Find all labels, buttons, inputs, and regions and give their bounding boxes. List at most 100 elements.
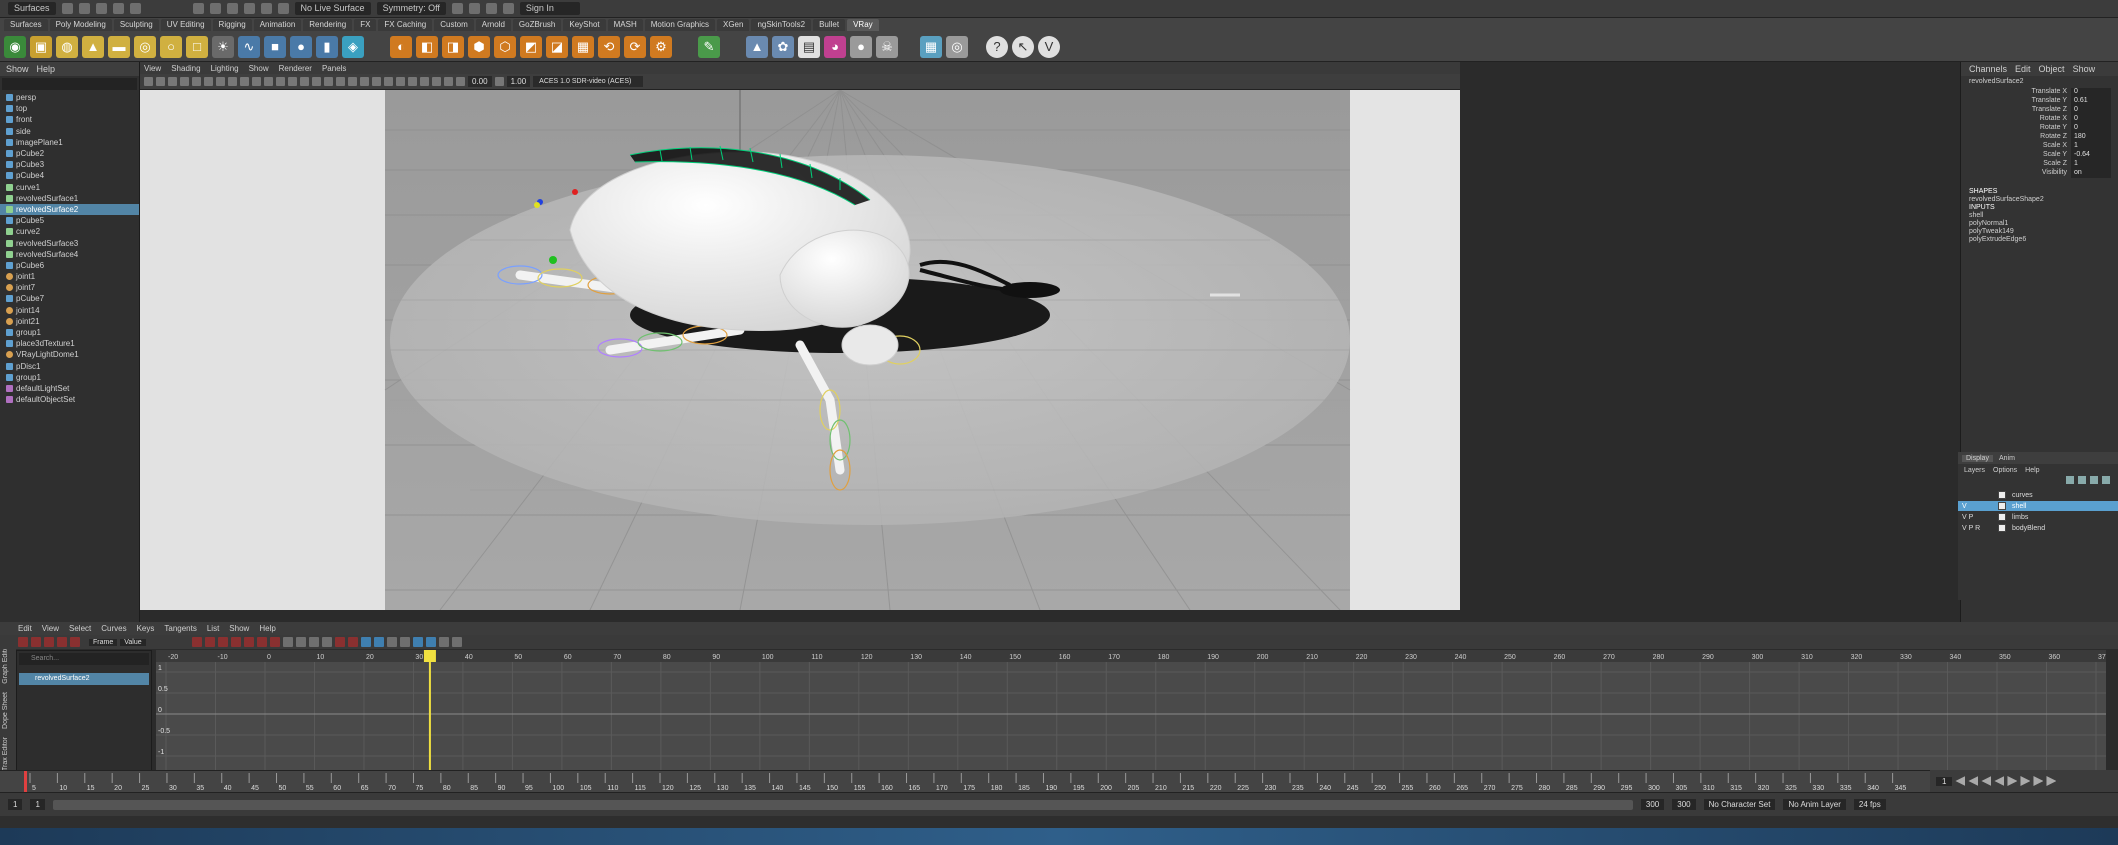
- shelf-tab[interactable]: MASH: [607, 19, 643, 31]
- layer-vis-flags[interactable]: V P R: [1962, 525, 1992, 532]
- nurbs-plane-icon[interactable]: ▬: [108, 35, 130, 58]
- layer-vis-flags[interactable]: V P: [1962, 514, 1992, 521]
- shelf-tab[interactable]: FX: [354, 19, 377, 31]
- layer-vis-flags[interactable]: V: [1962, 503, 1992, 510]
- render-icon[interactable]: ◎: [946, 35, 968, 58]
- tangent-clamped-icon[interactable]: [217, 637, 228, 647]
- channel-row[interactable]: Rotate X 0: [1961, 115, 2118, 124]
- stats-value-field[interactable]: Value: [120, 638, 146, 646]
- step-forward-frame-icon[interactable]: [2020, 776, 2031, 786]
- outliner-item[interactable]: joint21: [0, 316, 139, 327]
- viewport-menu-item[interactable]: Show: [249, 64, 269, 73]
- post-infinity-icon[interactable]: [399, 637, 410, 647]
- layer-menu-layers[interactable]: Layers: [1964, 467, 1985, 474]
- current-frame-field[interactable]: 1: [1936, 776, 1953, 786]
- snap-curve-icon[interactable]: [260, 3, 272, 14]
- poly-cube-icon[interactable]: ■: [264, 35, 286, 58]
- outliner-item[interactable]: revolvedSurface2: [0, 203, 139, 216]
- planar-icon[interactable]: ◨: [442, 35, 464, 58]
- outliner-item[interactable]: revolvedSurface1: [0, 193, 139, 204]
- viewport-menu-item[interactable]: Shading: [171, 64, 200, 73]
- motion-blur-icon[interactable]: [384, 77, 393, 86]
- outliner-item[interactable]: place3dTexture1: [0, 338, 139, 349]
- tangent-auto-icon[interactable]: [191, 637, 202, 647]
- graph-current-time-handle[interactable]: [423, 650, 436, 662]
- sculpt-icon[interactable]: ✎: [698, 35, 720, 58]
- channel-row[interactable]: Translate X 0: [1961, 88, 2118, 97]
- input-node[interactable]: polyExtrudeEdge6: [1961, 236, 2118, 244]
- playback-end-field[interactable]: 300: [1640, 799, 1665, 810]
- tangent-spline-icon[interactable]: [204, 637, 215, 647]
- channel-row[interactable]: Scale Y -0.64: [1961, 151, 2118, 160]
- channel-value[interactable]: 180: [2071, 133, 2111, 142]
- channel-value[interactable]: 0: [2071, 88, 2111, 97]
- outliner-item[interactable]: revolvedSurface3: [0, 237, 139, 248]
- channel-row[interactable]: Translate Z 0: [1961, 106, 2118, 115]
- grid-icon[interactable]: [216, 77, 225, 86]
- square-surface-icon[interactable]: ▦: [572, 35, 594, 58]
- frame-all-icon[interactable]: [425, 637, 436, 647]
- outliner-item[interactable]: defaultObjectSet: [0, 394, 139, 405]
- color-space-dropdown[interactable]: ACES 1.0 SDR-video (ACES): [533, 76, 644, 87]
- viewport-menu-item[interactable]: View: [144, 64, 161, 73]
- boundary-icon[interactable]: ◪: [546, 35, 568, 58]
- character-set-dropdown[interactable]: No Character Set: [1703, 799, 1776, 810]
- isolate-select-icon[interactable]: [420, 77, 429, 86]
- grease-pencil-icon[interactable]: [204, 77, 213, 86]
- open-scene-icon[interactable]: [78, 3, 90, 14]
- render-settings-icon[interactable]: [485, 3, 497, 14]
- shelf-tab[interactable]: GoZBrush: [512, 19, 562, 31]
- sign-in-button[interactable]: Sign In: [519, 2, 580, 15]
- image-plane-icon[interactable]: [180, 77, 189, 86]
- channel-value[interactable]: 0: [2071, 115, 2111, 124]
- channel-value[interactable]: -0.64: [2071, 151, 2111, 160]
- current-time-indicator[interactable]: [24, 771, 27, 793]
- bookmark-icon[interactable]: [168, 77, 177, 86]
- gamma-icon[interactable]: [494, 77, 504, 86]
- anti-alias-icon[interactable]: [396, 77, 405, 86]
- buffer-curve-icon[interactable]: [334, 637, 345, 647]
- bevel-icon[interactable]: ◩: [520, 35, 542, 58]
- hypershade-icon[interactable]: [502, 3, 514, 14]
- layer-row[interactable]: V P limbs: [1958, 512, 2118, 522]
- play-forwards-icon[interactable]: [2007, 776, 2018, 786]
- new-layer-selected-icon[interactable]: [2102, 476, 2110, 484]
- gate-mask-icon[interactable]: [252, 77, 261, 86]
- outliner-item[interactable]: persp: [0, 92, 139, 103]
- keyshot-icon[interactable]: ▲: [746, 35, 768, 58]
- attach-icon[interactable]: ⟲: [598, 35, 620, 58]
- range-slider-bar[interactable]: [52, 799, 1633, 810]
- select-object-icon[interactable]: [209, 3, 221, 14]
- layer-name[interactable]: bodyBlend: [2012, 525, 2045, 532]
- exposure-field[interactable]: 0.00: [468, 76, 492, 87]
- sphere-preview-icon[interactable]: ●: [850, 35, 872, 58]
- layer-color-swatch[interactable]: [1998, 491, 2006, 499]
- viewport-3d[interactable]: [140, 90, 1460, 610]
- playback-start-field[interactable]: 1: [30, 799, 45, 810]
- field-chart-icon[interactable]: [264, 77, 273, 86]
- layer-menu-options[interactable]: Options: [1993, 467, 2017, 474]
- curve-tool-icon[interactable]: ∿: [238, 35, 260, 58]
- outliner-item[interactable]: revolvedSurface4: [0, 249, 139, 260]
- layer-menu-help[interactable]: Help: [2025, 467, 2039, 474]
- side-tab-trax-editor[interactable]: Trax Editor: [0, 733, 11, 775]
- input-node[interactable]: shell: [1961, 212, 2118, 220]
- channel-row[interactable]: Translate Y 0.61: [1961, 97, 2118, 106]
- camera-attributes-icon[interactable]: [156, 77, 165, 86]
- outliner-item[interactable]: pCube7: [0, 293, 139, 304]
- input-node[interactable]: polyTweak149: [1961, 228, 2118, 236]
- snap-point-icon[interactable]: [277, 3, 289, 14]
- layer-color-swatch[interactable]: [1998, 513, 2006, 521]
- skull-icon[interactable]: ☠: [876, 35, 898, 58]
- outliner-menu-show[interactable]: Show: [6, 64, 29, 74]
- undo-icon[interactable]: [112, 3, 124, 14]
- default-material-icon[interactable]: [324, 77, 333, 86]
- outliner-menu-help[interactable]: Help: [37, 64, 56, 74]
- outliner-item[interactable]: pCube4: [0, 170, 139, 181]
- go-to-start-icon[interactable]: [1955, 776, 1966, 786]
- wireframe-icon[interactable]: [300, 77, 309, 86]
- xgen-icon[interactable]: ✿: [772, 35, 794, 58]
- symmetry-dropdown[interactable]: Symmetry: Off: [376, 2, 446, 15]
- side-tab-dope-sheet[interactable]: Dope Sheet: [0, 688, 11, 733]
- shelf-tab[interactable]: Sculpting: [113, 19, 159, 31]
